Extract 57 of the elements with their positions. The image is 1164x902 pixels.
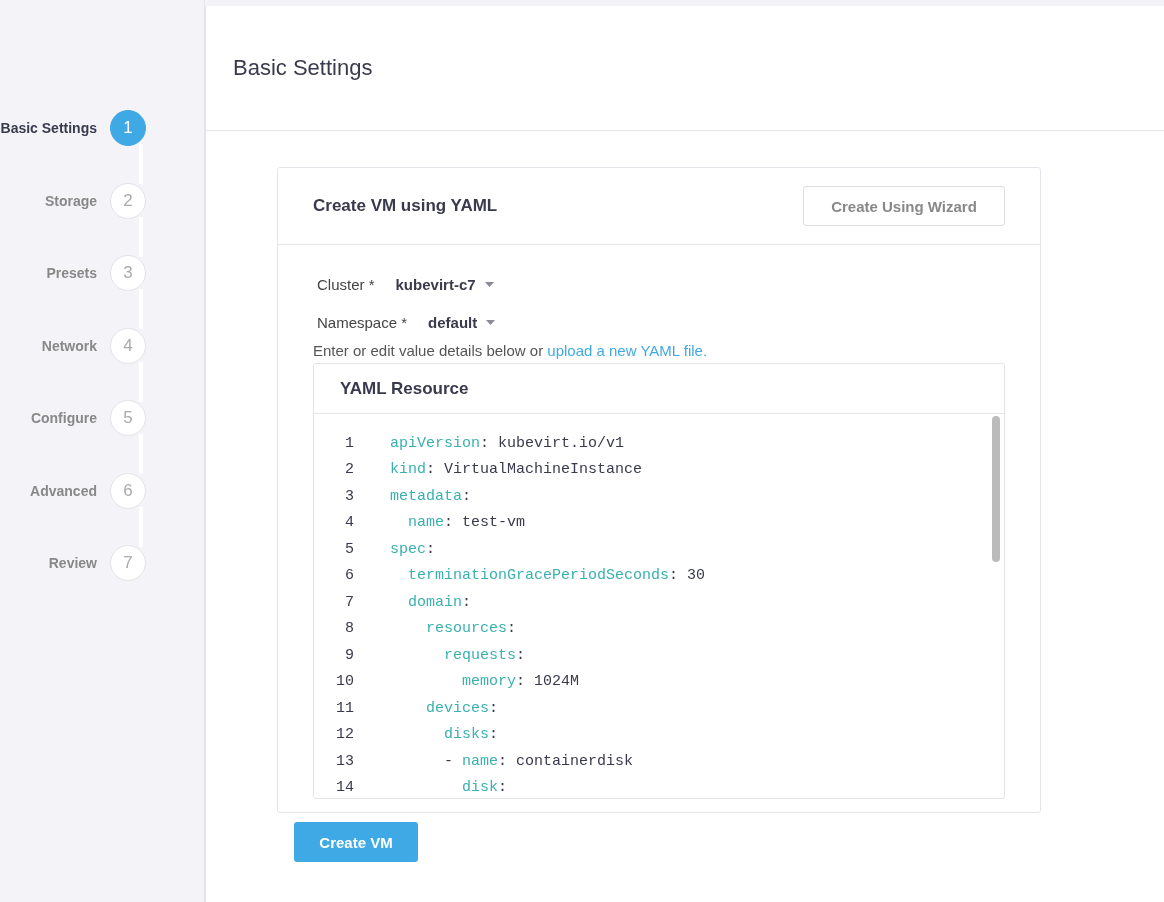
dropdown[interactable]: default: [428, 313, 496, 331]
caret-icon: [484, 281, 494, 287]
code-line: metadata:: [390, 487, 472, 505]
line-number: 2: [344, 461, 354, 479]
step-number[interactable]: 7: [110, 545, 146, 581]
step-label[interactable]: Advanced: [0, 472, 110, 509]
page-title: Basic Settings: [233, 55, 373, 81]
yaml-editor[interactable]: [313, 363, 1005, 799]
code-line: disks:: [443, 726, 499, 744]
line-number: 5: [344, 540, 354, 558]
line-number: 3: [344, 487, 354, 505]
line-number: 10: [335, 673, 354, 691]
step-number[interactable]: 2: [110, 182, 146, 219]
hint-text: Enter or edit value details below or upload a new YAML file.: [313, 341, 709, 361]
step-label[interactable]: Storage: [0, 182, 110, 219]
line-number: 6: [344, 567, 354, 585]
create-vm-button[interactable]: Create VM: [294, 822, 418, 862]
line-number: 14: [335, 779, 354, 797]
code-line: memory: 1024M: [461, 673, 580, 691]
line-number: 11: [335, 699, 354, 717]
step-label[interactable]: Configure: [0, 400, 110, 436]
step-number[interactable]: 5: [110, 400, 146, 436]
upload-link[interactable]: upload a new YAML file.: [547, 342, 708, 359]
caret-icon: [486, 319, 496, 325]
line-number: 8: [344, 620, 354, 638]
line-number: 4: [344, 514, 354, 532]
step-label[interactable]: Presets: [0, 255, 110, 291]
field-label: Cluster *: [317, 275, 375, 293]
line-number: 9: [344, 646, 354, 664]
code-line: domain:: [407, 593, 472, 611]
line-number: 12: [335, 726, 354, 744]
step-number[interactable]: 1: [110, 110, 146, 146]
step-number[interactable]: 4: [110, 327, 146, 364]
code-line: disk:: [461, 779, 508, 797]
step-label[interactable]: Network: [0, 327, 110, 364]
code-line: spec:: [390, 540, 436, 558]
code-line: apiVersion: kubevirt.io/v1: [390, 434, 625, 452]
code-line: name: test-vm: [407, 514, 526, 532]
create-wizard-button[interactable]: Create Using Wizard: [803, 186, 1005, 226]
step-label[interactable]: Review: [0, 545, 110, 581]
field-label: Namespace *: [317, 313, 408, 331]
step-label[interactable]: Basic Settings: [0, 110, 110, 146]
step-number[interactable]: 3: [110, 255, 146, 291]
step-number[interactable]: 6: [110, 472, 146, 509]
line-number: 1: [344, 434, 354, 452]
code-line: terminationGracePeriodSeconds: 30: [407, 567, 706, 585]
code-line: kind: VirtualMachineInstance: [390, 461, 643, 479]
code-line: resources:: [425, 620, 517, 638]
dropdown[interactable]: kubevirt-c7: [395, 275, 494, 293]
editor-title: YAML Resource: [314, 364, 1004, 414]
code-line: requests:: [443, 646, 526, 664]
line-number: 13: [335, 752, 354, 770]
scrollbar-thumb[interactable]: [992, 416, 1000, 562]
code-line: devices:: [425, 699, 499, 717]
line-number: 7: [344, 593, 354, 611]
code-line: - name: containerdisk: [443, 752, 634, 770]
card-title: Create VM using YAML: [313, 196, 498, 216]
